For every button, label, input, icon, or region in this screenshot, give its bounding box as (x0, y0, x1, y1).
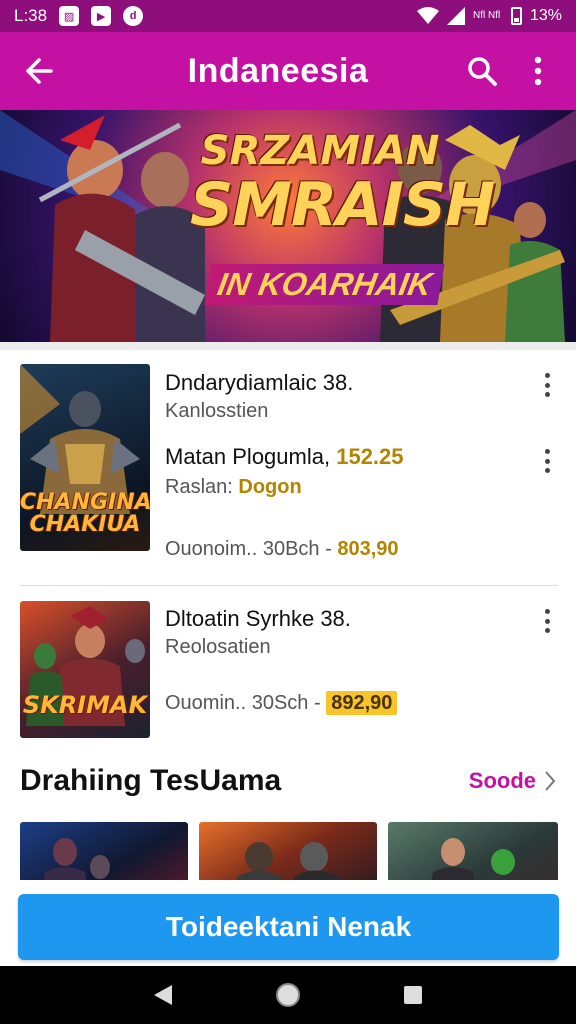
thumbnail-title: CHANGINA CHAKIUA (20, 490, 150, 537)
item-meta-row: Ouonoim.. 30Bch - 803,90 (165, 538, 399, 561)
clock: L:38 (14, 6, 48, 25)
search-button[interactable] (458, 47, 506, 95)
item-overflow-button[interactable] (536, 370, 558, 400)
circle-home-icon (275, 983, 300, 1007)
nav-recents-button[interactable] (393, 975, 433, 1015)
see-more-link[interactable]: Soode (469, 768, 556, 794)
item-secondary-row: Matan Plogumla, 152.25 (165, 444, 404, 470)
search-icon (468, 57, 497, 86)
arrow-left-icon (26, 58, 53, 84)
section-divider (0, 342, 576, 350)
item-price: 803,90 (337, 538, 399, 560)
battery-icon (510, 7, 522, 25)
cta-container: Toideektani Nenak (0, 880, 576, 966)
list-item[interactable]: CHANGINA CHAKIUA Dndarydiamlaic 38. Kanl… (0, 350, 576, 585)
section-title: Drahiing TesUama (20, 764, 282, 797)
item-title-row: Dltoatin Syrhke 38. (165, 606, 351, 632)
banner-title-line2: SMRAISH (190, 170, 495, 240)
nav-back-button[interactable] (143, 975, 183, 1015)
more-options-button[interactable] (514, 47, 562, 95)
triangle-back-icon (153, 985, 172, 1005)
item-overflow-button[interactable] (536, 606, 558, 636)
item-title-number: 38. (322, 370, 354, 395)
hero-banner[interactable]: SRZAMIAN SMRAISH IN KOARHAIK (0, 110, 576, 342)
item-subtitle: Reolosatien (165, 636, 271, 658)
system-nav-bar (0, 966, 576, 1024)
play-icon: ▶ (91, 6, 112, 26)
status-bar: L:38 ▨ ▶ d Nfl Nfl 13% (0, 0, 576, 32)
item-meta-left: Ouonoim.. 30Bch (165, 538, 320, 560)
item-meta-left: Ouomin.. 30Sch (165, 692, 309, 714)
item-meta-separator: - (325, 538, 332, 560)
item-title-row: Dndarydiamlaic 38. (165, 370, 353, 396)
item-secondary-label: Raslan: (165, 476, 233, 498)
game-thumbnail[interactable]: CHANGINA CHAKIUA (20, 364, 150, 551)
item-meta-separator: - (313, 692, 321, 714)
item-meta-row: Ouomin.. 30Sch - 892,90 (165, 691, 398, 715)
see-more-label: Soode (468, 768, 536, 793)
item-title: Dltoatin Syrhke (165, 606, 315, 631)
battery-percent: 13% (529, 7, 562, 24)
item-price: 892,90 (326, 691, 398, 715)
chevron-right-icon (545, 771, 556, 791)
signal-icon (446, 7, 465, 25)
item-subtitle: Kanlosstien (165, 400, 269, 422)
network-text: Nfl Nfl (472, 10, 501, 21)
item-secondary-value: Dogon (238, 476, 302, 498)
item-secondary-sub: Raslan: Dogon (165, 476, 302, 499)
wifi-icon (416, 7, 439, 24)
primary-action-button[interactable]: Toideektani Nenak (18, 894, 559, 960)
item-title-number: 38. (320, 606, 351, 631)
image-icon: ▨ (59, 6, 80, 26)
square-recents-icon (404, 986, 423, 1004)
nav-home-button[interactable] (268, 975, 308, 1015)
list-item[interactable]: SKRIMAK Dltoatin Syrhke 38. Reolosatien … (0, 586, 576, 746)
d-badge-icon: d (123, 6, 144, 26)
thumbnail-title: SKRIMAK (22, 691, 148, 719)
banner-title-line1: SRZAMIAN (200, 128, 440, 174)
item-title: Dndarydiamlaic (165, 370, 317, 395)
item-secondary-number: 152.25 (336, 444, 404, 469)
game-thumbnail[interactable]: SKRIMAK (20, 601, 150, 738)
more-vert-icon (534, 56, 542, 86)
item-secondary-overflow-button[interactable] (536, 446, 558, 476)
page-title: Indaneesia (187, 51, 369, 90)
back-button[interactable] (0, 32, 78, 110)
banner-subtitle: IN KOARHAIK (204, 264, 445, 305)
item-secondary-title: Matan Plogumla, (165, 444, 331, 469)
app-bar: Indaneesia (0, 32, 576, 110)
